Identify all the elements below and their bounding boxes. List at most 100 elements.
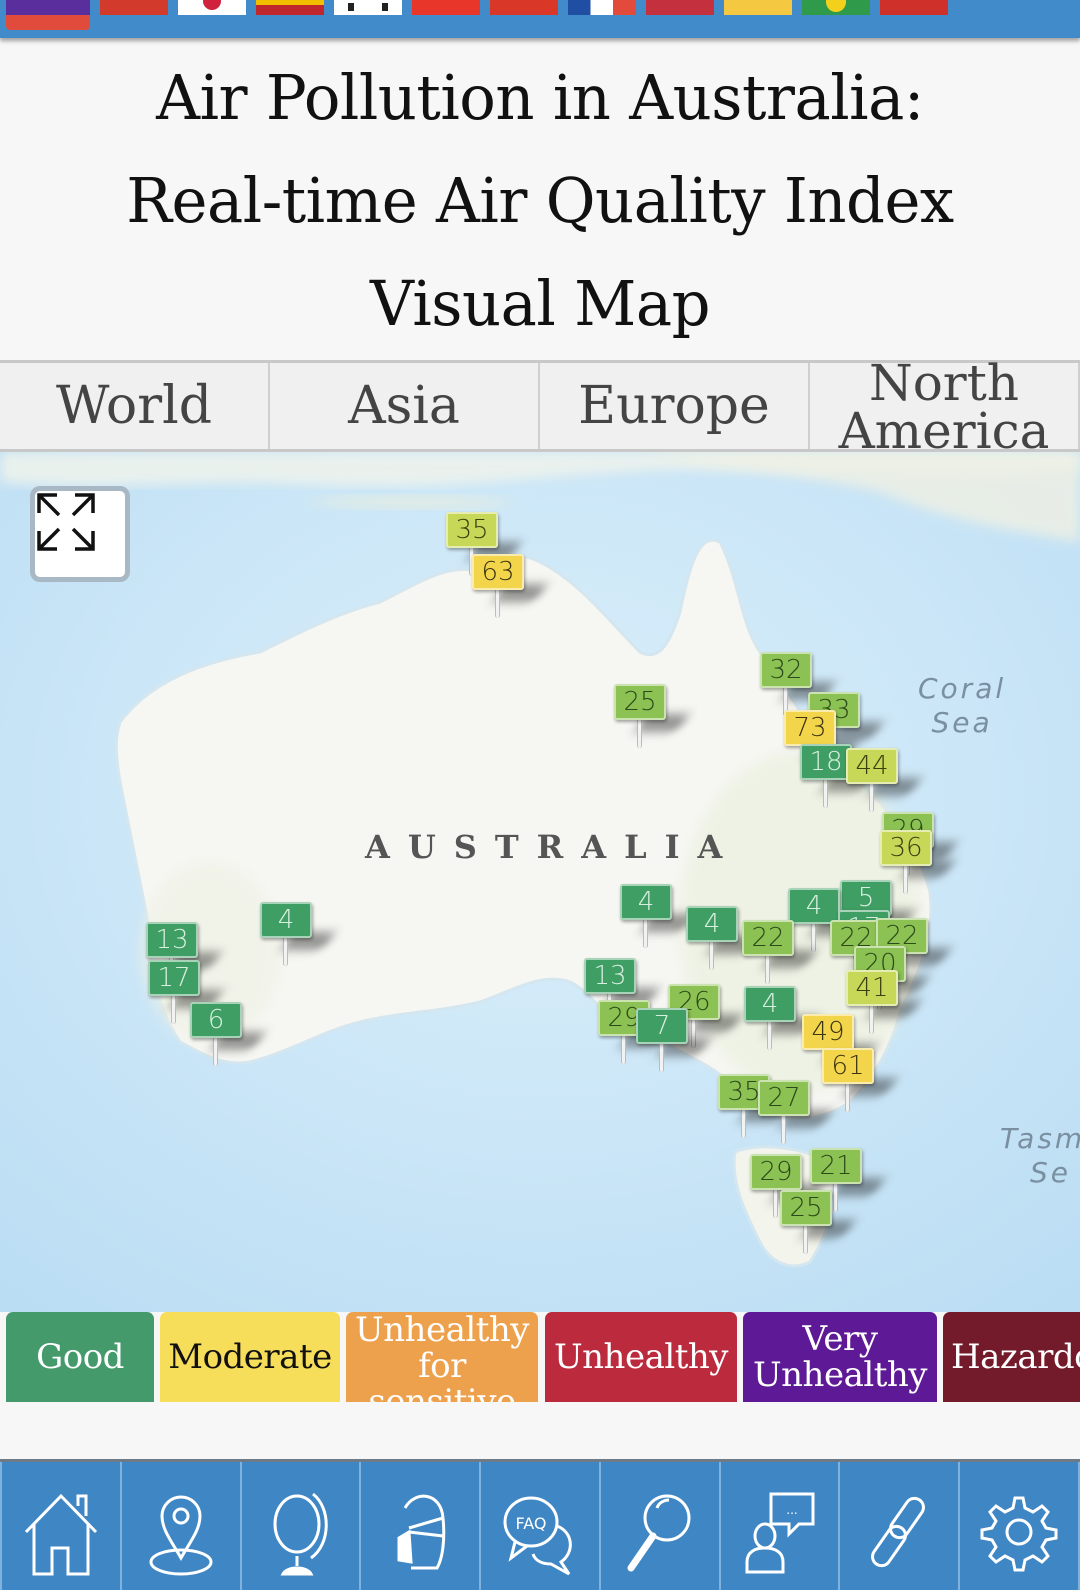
nav-link[interactable]: [840, 1462, 961, 1590]
legend-moderate[interactable]: Moderate: [160, 1312, 340, 1402]
aqi-value: 22: [742, 920, 794, 956]
legend-label-line: for: [418, 1346, 466, 1386]
marker-pole: [845, 1084, 850, 1112]
sea-label-coral: Coral Sea: [918, 672, 1006, 740]
marker-pole: [869, 1006, 874, 1034]
aqi-value: 49: [802, 1014, 854, 1050]
marker-pole: [637, 720, 642, 748]
tab-europe[interactable]: Europe: [540, 363, 810, 449]
aqi-value: 4: [260, 902, 312, 938]
gear-icon: [980, 1496, 1058, 1572]
svg-text:FAQ: FAQ: [516, 1514, 547, 1533]
tab-label-line-1: North: [868, 354, 1020, 412]
flag-japan[interactable]: [178, 0, 246, 15]
tab-north-america[interactable]: North America: [810, 358, 1080, 456]
page-title-line-2: Real-time Air Quality Index: [126, 164, 954, 237]
sea-label-tasman: Tasm Se: [1000, 1122, 1080, 1190]
fullscreen-button[interactable]: [30, 486, 130, 582]
flag-brazil[interactable]: [802, 0, 870, 15]
aqi-value: 32: [760, 652, 812, 688]
marker-pole: [283, 938, 288, 966]
flag-hong-kong[interactable]: [490, 0, 558, 15]
legend-unhealthy[interactable]: Unhealthy: [545, 1312, 737, 1402]
nav-mask[interactable]: [361, 1462, 482, 1590]
legend-good[interactable]: Good: [6, 1312, 154, 1402]
nav-faq[interactable]: FAQ: [481, 1462, 601, 1590]
marker-pole: [643, 920, 648, 948]
flag-multi[interactable]: [6, 0, 90, 30]
legend-unhealthy-sensitive[interactable]: Unhealthy for sensitive: [346, 1312, 538, 1402]
aqi-value: 21: [810, 1148, 862, 1184]
aqi-value: 61: [822, 1048, 874, 1084]
sea-label-line: Tasm: [1000, 1122, 1080, 1155]
aqi-value: 44: [846, 748, 898, 784]
aqi-value: 4: [620, 884, 672, 920]
marker-pole: [213, 1038, 218, 1066]
globe-icon: [273, 1492, 329, 1576]
aqi-value: 25: [614, 684, 666, 720]
aqi-value: 35: [446, 512, 498, 548]
marker-pole: [171, 996, 176, 1024]
aqi-value: 13: [146, 922, 198, 958]
aqi-value: 17: [148, 960, 200, 996]
flag-spain[interactable]: [256, 0, 324, 15]
search-icon: [627, 1494, 691, 1572]
sea-label-line: Se: [1030, 1156, 1071, 1189]
expand-arrows-icon: [37, 493, 95, 551]
marker-pole: [803, 1226, 808, 1254]
marker-pole: [495, 590, 500, 618]
legend-very-unhealthy[interactable]: Very Unhealthy: [743, 1312, 937, 1402]
chat-user-icon: ...: [745, 1492, 815, 1574]
tab-world[interactable]: World: [0, 363, 270, 449]
nav-feedback[interactable]: ...: [721, 1462, 841, 1590]
aqi-value: 7: [636, 1008, 688, 1044]
link-icon: [871, 1496, 926, 1568]
aqi-value: 41: [846, 970, 898, 1006]
aqi-value: 27: [758, 1080, 810, 1116]
marker-pole: [773, 1190, 778, 1218]
marker-pole: [903, 866, 908, 894]
legend-label-line: sensitive: [368, 1382, 516, 1402]
sea-label-line: Coral: [918, 672, 1007, 705]
page-title-line-3: Visual Map: [370, 267, 710, 340]
map-basemap: [0, 452, 1080, 1312]
page-title-line-1: Air Pollution in Australia:: [156, 61, 924, 134]
sea-label-line: Sea: [931, 706, 993, 739]
aqi-value: 4: [744, 986, 796, 1022]
marker-pole: [781, 1116, 786, 1144]
region-tabs: World Asia Europe North America: [0, 358, 1080, 456]
nav-search[interactable]: [601, 1462, 721, 1590]
flag-china[interactable]: [100, 0, 168, 15]
faq-icon: FAQ: [503, 1496, 572, 1576]
flag-vietnam[interactable]: [412, 0, 480, 15]
flag-yellow[interactable]: [724, 0, 792, 15]
flag-vietnam-2[interactable]: [880, 0, 948, 15]
aqi-legend: Good Moderate Unhealthy for sensitive Un…: [0, 1312, 1080, 1402]
aqi-map[interactable]: AUSTRALIA Coral Sea Tasm Se 356325323373…: [0, 452, 1080, 1312]
aqi-value: 36: [880, 830, 932, 866]
flag-france[interactable]: [568, 0, 636, 15]
marker-pole: [767, 1022, 772, 1050]
aqi-value: 6: [190, 1002, 242, 1038]
language-flag-bar: [0, 0, 1080, 38]
bottom-navigation: FAQ ...: [0, 1459, 1080, 1590]
spacer: [0, 1402, 1080, 1460]
marker-pole: [833, 1184, 838, 1212]
nav-settings[interactable]: [960, 1462, 1080, 1590]
aqi-value: 13: [584, 958, 636, 994]
flag-indonesia[interactable]: [646, 0, 714, 15]
aqi-value: 25: [780, 1190, 832, 1226]
legend-hazardous[interactable]: Hazardous: [943, 1312, 1080, 1402]
nav-location[interactable]: [122, 1462, 242, 1590]
nav-home[interactable]: [0, 1462, 122, 1590]
aqi-value: 29: [750, 1154, 802, 1190]
flag-south-korea[interactable]: [334, 0, 402, 15]
marker-pole: [659, 1044, 664, 1072]
marker-pole: [741, 1110, 746, 1138]
svg-text:...: ...: [786, 1503, 797, 1517]
marker-pole: [621, 1036, 626, 1064]
tab-asia[interactable]: Asia: [270, 363, 540, 449]
aqi-value: 18: [800, 744, 852, 780]
location-pin-icon: [149, 1495, 213, 1576]
nav-globe[interactable]: [242, 1462, 362, 1590]
